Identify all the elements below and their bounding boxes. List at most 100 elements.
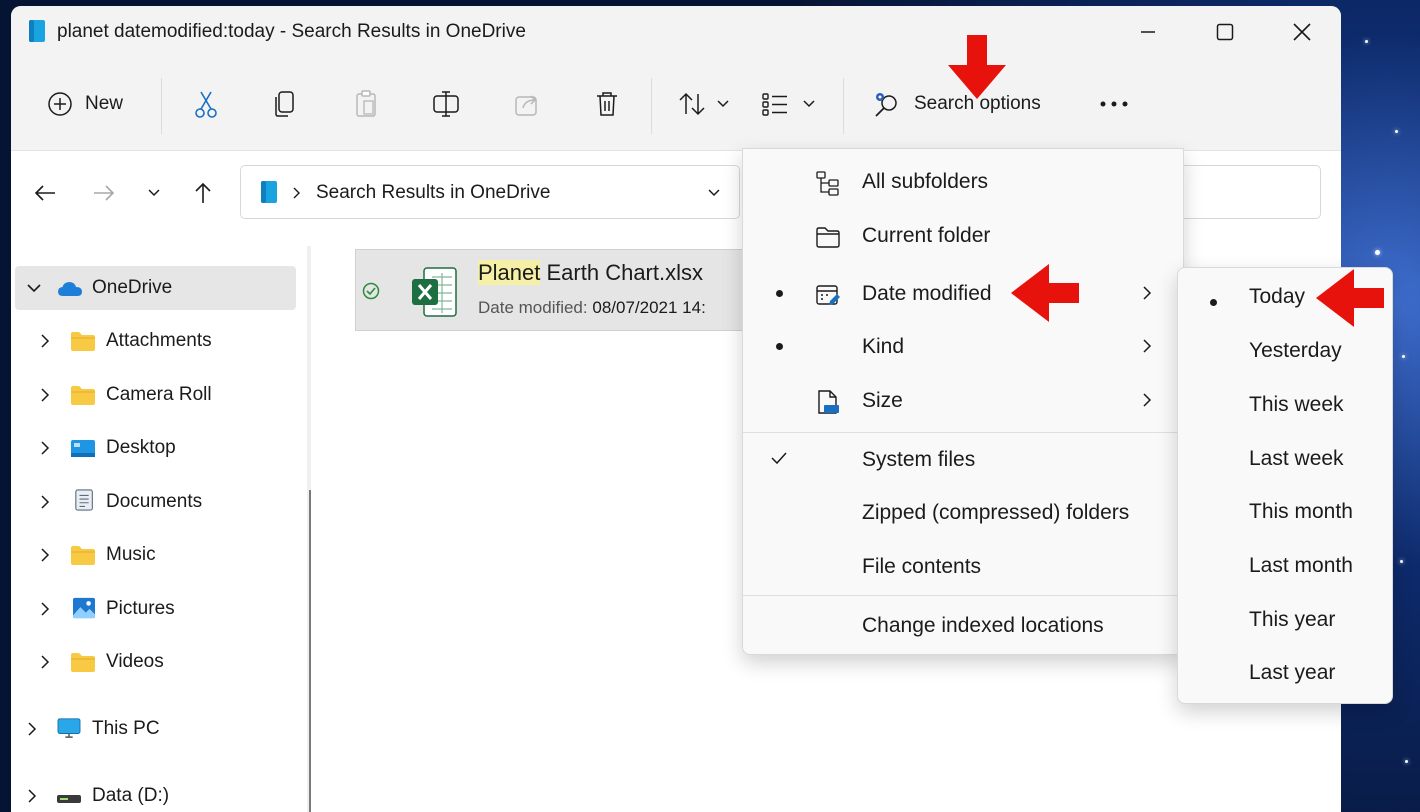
chevron-right-icon[interactable] <box>25 789 39 803</box>
submenu-item-last-month[interactable]: Last month <box>1178 542 1392 592</box>
minimize-button[interactable] <box>1128 16 1168 48</box>
sidebar-item-label: This PC <box>92 718 160 739</box>
close-icon <box>1293 23 1311 41</box>
sidebar-item-label: Documents <box>106 491 203 512</box>
submenu-item-last-year[interactable]: Last year <box>1178 649 1392 699</box>
documents-icon <box>75 489 93 511</box>
sidebar-item-documents[interactable]: Documents <box>11 480 301 524</box>
chevron-right-icon[interactable] <box>25 722 39 736</box>
sort-icon <box>679 92 705 116</box>
monitor-icon <box>57 718 81 738</box>
submenu-item-this-month[interactable]: This month <box>1178 488 1392 538</box>
scissors-icon <box>195 91 217 118</box>
submenu-item-label: Yesterday <box>1249 339 1342 362</box>
chevron-down-icon <box>803 100 815 108</box>
recent-locations-button[interactable] <box>139 178 169 208</box>
chevron-down-icon[interactable] <box>27 281 41 295</box>
submenu-item-this-year[interactable]: This year <box>1178 596 1392 646</box>
share-button[interactable] <box>513 58 541 150</box>
paste-button[interactable] <box>354 58 378 150</box>
rename-button[interactable] <box>432 58 460 150</box>
sidebar-item-camera-roll[interactable]: Camera Roll <box>11 373 301 417</box>
chevron-right-icon[interactable] <box>38 495 52 509</box>
sidebar-item-label: Pictures <box>106 598 175 619</box>
menu-item-system-files[interactable]: System files <box>743 434 1183 486</box>
menu-item-label: Kind <box>862 335 905 358</box>
menu-item-kind[interactable]: Kind <box>743 321 1183 373</box>
more-ellipsis-icon <box>1100 101 1128 107</box>
up-button[interactable] <box>188 178 218 208</box>
chevron-right-icon[interactable] <box>38 441 52 455</box>
copy-button[interactable] <box>273 58 297 150</box>
folder-outline-icon <box>816 227 840 248</box>
sidebar-item-label: Music <box>106 544 156 565</box>
window-title: planet datemodified:today - Search Resul… <box>57 21 526 42</box>
forward-button[interactable] <box>89 178 119 208</box>
chevron-right-icon <box>1143 339 1152 353</box>
search-input[interactable] <box>1181 165 1321 219</box>
menu-item-date-modified[interactable]: Date modified <box>743 268 1183 320</box>
submenu-item-label: This month <box>1249 500 1353 523</box>
chevron-right-icon[interactable] <box>38 602 52 616</box>
menu-item-label: Current folder <box>862 224 991 247</box>
close-button[interactable] <box>1282 16 1322 48</box>
submenu-item-label: Last week <box>1249 447 1344 470</box>
menu-item-file-contents[interactable]: File contents <box>743 541 1183 593</box>
file-size-icon <box>818 390 839 414</box>
menu-item-label: Date modified <box>862 282 992 305</box>
cut-button[interactable] <box>193 58 219 150</box>
sidebar-scroll-thumb[interactable] <box>309 490 311 812</box>
sidebar-item-this-pc[interactable]: This PC <box>11 707 301 751</box>
selected-bullet-icon <box>1210 299 1217 306</box>
chevron-right-icon[interactable] <box>38 334 52 348</box>
chevron-down-icon <box>717 100 729 108</box>
command-bar: New Search options <box>11 58 1341 151</box>
trash-icon <box>597 92 617 116</box>
chevron-right-icon[interactable] <box>38 548 52 562</box>
details-view-icon <box>762 93 787 116</box>
excel-file-icon <box>412 267 457 317</box>
chevron-right-icon[interactable] <box>38 655 52 669</box>
menu-item-size[interactable]: Size <box>743 375 1183 427</box>
menu-item-change-indexed-locations[interactable]: Change indexed locations <box>743 600 1183 652</box>
maximize-icon <box>1216 23 1234 41</box>
search-options-menu: All subfolders Current folder Date modif… <box>742 148 1184 655</box>
more-options-button[interactable] <box>1099 58 1129 150</box>
plus-circle-icon <box>48 92 72 116</box>
search-results-folder-icon <box>29 20 45 42</box>
menu-divider <box>743 595 1183 596</box>
new-button-label: New <box>85 93 124 114</box>
menu-item-all-subfolders[interactable]: All subfolders <box>743 156 1183 208</box>
sidebar-item-attachments[interactable]: Attachments <box>11 319 301 363</box>
submenu-item-this-week[interactable]: This week <box>1178 381 1392 431</box>
back-button[interactable] <box>30 178 60 208</box>
sidebar-item-data-drive[interactable]: Data (D:) <box>11 774 301 812</box>
file-list-item[interactable]: Planet Earth Chart.xlsx Date modified: 0… <box>355 249 755 331</box>
menu-item-current-folder[interactable]: Current folder <box>743 210 1183 262</box>
sidebar-item-music[interactable]: Music <box>11 533 301 577</box>
view-button[interactable] <box>761 58 815 150</box>
chevron-right-icon[interactable] <box>38 388 52 402</box>
menu-item-label: System files <box>862 448 976 471</box>
search-term-highlight: Planet <box>478 260 541 285</box>
sidebar-item-onedrive[interactable]: OneDrive <box>15 266 296 310</box>
maximize-button[interactable] <box>1205 16 1245 48</box>
sort-button[interactable] <box>677 58 729 150</box>
sidebar-item-desktop[interactable]: Desktop <box>11 426 301 470</box>
sidebar-item-pictures[interactable]: Pictures <box>11 587 301 631</box>
pictures-icon <box>73 597 95 619</box>
sidebar-item-videos[interactable]: Videos <box>11 640 301 684</box>
submenu-item-label: This week <box>1249 393 1344 416</box>
rename-icon <box>433 91 459 117</box>
share-icon <box>515 95 537 116</box>
title-bar: planet datemodified:today - Search Resul… <box>11 6 1341 58</box>
chevron-down-icon <box>148 189 160 197</box>
menu-item-zipped-folders[interactable]: Zipped (compressed) folders <box>743 487 1183 539</box>
address-bar[interactable]: Search Results in OneDrive <box>240 165 740 219</box>
delete-button[interactable] <box>594 58 620 150</box>
checkmark-icon <box>771 452 787 465</box>
submenu-item-last-week[interactable]: Last week <box>1178 435 1392 485</box>
new-button[interactable]: New <box>47 58 123 150</box>
selected-bullet-icon <box>776 290 783 297</box>
submenu-item-yesterday[interactable]: Yesterday <box>1178 327 1392 377</box>
